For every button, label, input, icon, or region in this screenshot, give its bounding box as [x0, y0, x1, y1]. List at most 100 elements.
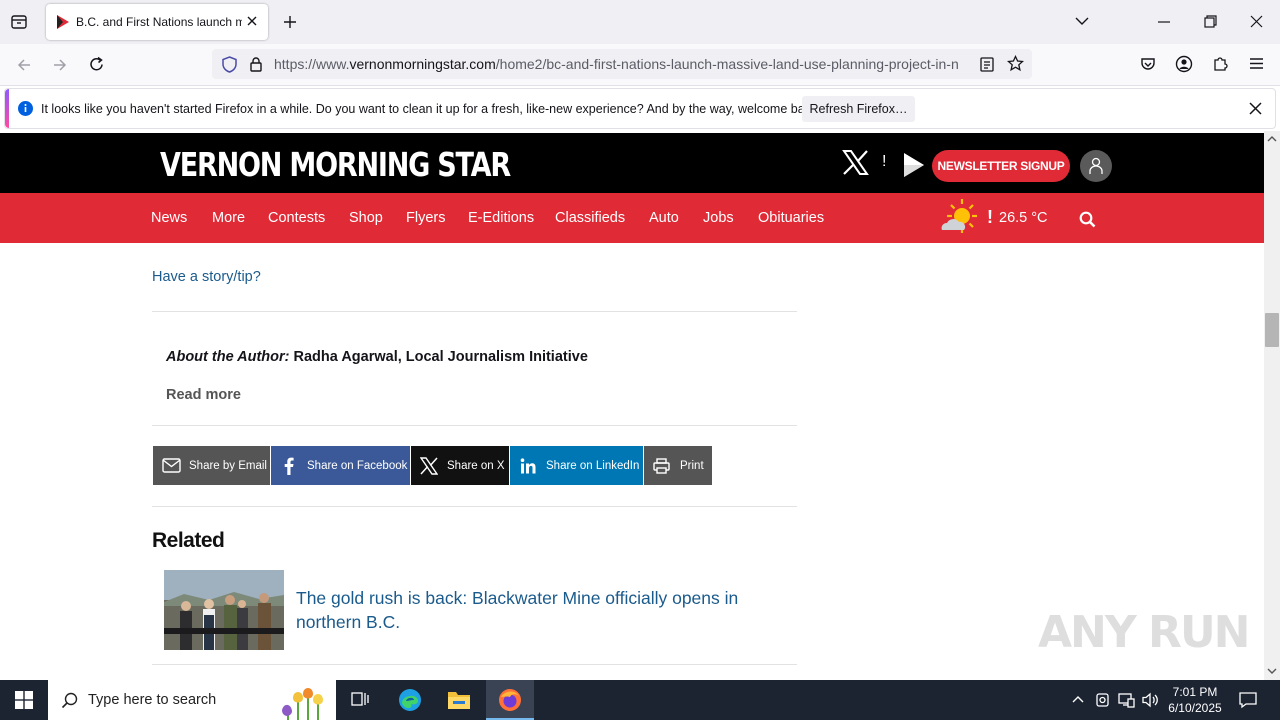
main-navigation: News More Contests Shop Flyers E-Edition…	[0, 193, 1264, 243]
email-icon	[162, 458, 181, 473]
list-tabs-icon[interactable]	[1074, 16, 1090, 26]
nav-shop[interactable]: Shop	[349, 210, 383, 226]
weather-alert-mark[interactable]: !	[987, 207, 993, 228]
close-window-icon[interactable]	[1250, 15, 1263, 28]
volume-icon[interactable]	[1142, 692, 1159, 708]
extensions-icon[interactable]	[1212, 55, 1229, 72]
divider	[152, 311, 797, 312]
divider	[152, 506, 797, 507]
refresh-firefox-button[interactable]: Refresh Firefox…	[802, 96, 915, 122]
url-bar[interactable]: https://www.vernonmorningstar.com/home2/…	[212, 49, 1032, 79]
share-x-button[interactable]: Share on X	[411, 446, 509, 485]
windows-taskbar: Type here to search 7:01 PM 6/10/2025	[0, 680, 1280, 720]
nav-contests[interactable]: Contests	[268, 210, 325, 226]
search-icon	[61, 692, 78, 709]
scroll-down-icon[interactable]	[1267, 668, 1277, 675]
scroll-up-icon[interactable]	[1267, 135, 1277, 142]
reader-view-icon[interactable]	[980, 57, 994, 72]
search-icon[interactable]	[1079, 211, 1096, 228]
page-scrollbar[interactable]	[1264, 131, 1280, 680]
print-button[interactable]: Print	[644, 446, 712, 485]
account-icon[interactable]	[1175, 55, 1193, 73]
share-linkedin-label: Share on LinkedIn	[546, 460, 640, 472]
print-icon	[653, 458, 670, 474]
linkedin-icon	[520, 458, 536, 474]
share-linkedin-button[interactable]: Share on LinkedIn	[510, 446, 643, 485]
web-page: VERNON MORNING STAR ! NEWSLETTER SIGNUP …	[0, 131, 1264, 680]
lock-icon[interactable]	[250, 57, 262, 72]
taskbar-search-box[interactable]: Type here to search	[48, 680, 336, 720]
watermark: ANY RUN	[1038, 607, 1250, 658]
notification-accent	[5, 89, 9, 128]
notification-message: It looks like you haven't started Firefo…	[41, 102, 821, 116]
newsletter-signup-button[interactable]: NEWSLETTER SIGNUP	[932, 150, 1070, 182]
x-social-icon[interactable]	[842, 149, 869, 176]
reload-icon[interactable]	[88, 56, 105, 73]
read-more-link[interactable]: Read more	[166, 387, 241, 403]
close-notification-icon[interactable]	[1249, 102, 1262, 115]
notifications-icon[interactable]	[1239, 691, 1257, 709]
nav-more[interactable]: More	[212, 210, 245, 226]
weather-sun-cloud-icon[interactable]	[938, 198, 980, 238]
print-label: Print	[680, 460, 704, 472]
nav-e-editions[interactable]: E-Editions	[468, 210, 534, 226]
file-explorer-icon[interactable]	[447, 689, 471, 711]
about-author: About the Author: Radha Agarwal, Local J…	[166, 349, 588, 365]
user-avatar-icon[interactable]	[1080, 150, 1112, 182]
tab-title: B.C. and First Nations launch massive la…	[76, 15, 242, 29]
share-facebook-button[interactable]: Share on Facebook	[271, 446, 410, 485]
firefox-taskbar-button[interactable]	[486, 680, 534, 720]
url-text[interactable]: https://www.vernonmorningstar.com/home2/…	[274, 56, 970, 72]
story-tip-link[interactable]: Have a story/tip?	[152, 269, 261, 285]
nav-jobs[interactable]: Jobs	[703, 210, 734, 226]
share-x-label: Share on X	[447, 460, 505, 472]
tracking-shield-icon[interactable]	[222, 56, 237, 73]
active-tab[interactable]: B.C. and First Nations launch massive la…	[46, 4, 268, 40]
edge-browser-icon[interactable]	[398, 688, 422, 712]
facebook-icon	[284, 457, 294, 475]
nav-classifieds[interactable]: Classifieds	[555, 210, 625, 226]
search-placeholder: Type here to search	[88, 692, 217, 708]
related-heading: Related	[152, 529, 225, 552]
nav-obituaries[interactable]: Obituaries	[758, 210, 824, 226]
clock-date: 6/10/2025	[1168, 701, 1222, 715]
share-email-label: Share by Email	[189, 460, 267, 472]
meet-now-icon[interactable]	[1095, 692, 1110, 708]
close-tab-icon[interactable]	[246, 15, 258, 27]
social-alert-mark: !	[882, 153, 887, 170]
tab-list-icon[interactable]	[10, 13, 28, 31]
divider	[152, 425, 797, 426]
forward-icon[interactable]	[52, 57, 68, 73]
nav-flyers[interactable]: Flyers	[406, 210, 445, 226]
x-icon	[420, 457, 438, 475]
divider	[152, 664, 797, 665]
bookmark-star-icon[interactable]	[1007, 55, 1024, 72]
related-article-image[interactable]	[164, 570, 284, 650]
share-facebook-label: Share on Facebook	[307, 460, 408, 472]
start-windows-icon[interactable]	[15, 691, 33, 709]
restore-icon[interactable]	[1204, 15, 1217, 28]
system-clock[interactable]: 7:01 PM 6/10/2025	[1160, 684, 1230, 716]
show-hidden-icons-icon[interactable]	[1072, 695, 1084, 703]
share-email-button[interactable]: Share by Email	[153, 446, 270, 485]
nav-news[interactable]: News	[151, 210, 187, 226]
pocket-icon[interactable]	[1140, 56, 1156, 72]
temperature[interactable]: 26.5 °C	[999, 210, 1048, 226]
site-logo[interactable]: VERNON MORNING STAR	[160, 145, 511, 184]
info-icon	[18, 101, 33, 116]
tab-bar: B.C. and First Nations launch massive la…	[0, 0, 1280, 44]
network-icon[interactable]	[1118, 692, 1135, 708]
back-icon[interactable]	[16, 57, 32, 73]
author-name[interactable]: Radha Agarwal, Local Journalism Initiati…	[289, 349, 588, 365]
play-logo-icon[interactable]	[902, 151, 926, 179]
task-view-icon[interactable]	[351, 691, 369, 709]
scrollbar-thumb[interactable]	[1265, 313, 1279, 347]
related-article-title[interactable]: The gold rush is back: Blackwater Mine o…	[296, 586, 746, 634]
new-tab-icon[interactable]	[282, 14, 298, 30]
firefox-icon	[499, 689, 521, 711]
nav-auto[interactable]: Auto	[649, 210, 679, 226]
minimize-icon[interactable]	[1158, 21, 1170, 23]
navigation-toolbar: https://www.vernonmorningstar.com/home2/…	[0, 44, 1280, 86]
firefox-notification-bar: It looks like you haven't started Firefo…	[4, 88, 1276, 129]
menu-icon[interactable]	[1249, 57, 1264, 70]
